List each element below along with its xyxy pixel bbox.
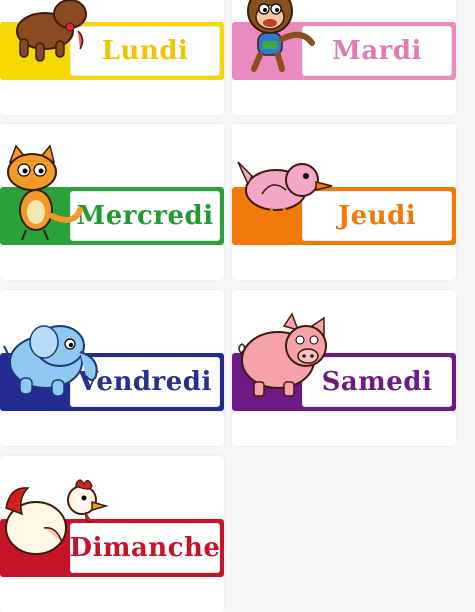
rooster-icon	[5, 479, 109, 555]
card-vendredi[interactable]: Vendredi	[0, 290, 224, 446]
card-samedi[interactable]: Samedi	[232, 290, 456, 446]
card-jeudi[interactable]: Jeudi	[232, 124, 456, 280]
day-card-grid: Lundi Mardi Mercredi Jeudi Vendredi Same…	[0, 0, 475, 612]
card-mardi[interactable]: Mardi	[232, 0, 456, 115]
elephant-icon	[3, 325, 98, 397]
card-lundi[interactable]: Lundi	[0, 0, 224, 115]
card-dimanche[interactable]: Dimanche	[0, 456, 224, 612]
bird-icon	[237, 161, 333, 223]
card-mercredi[interactable]: Mercredi	[0, 124, 224, 280]
dog-icon	[16, 0, 87, 62]
pig-icon	[238, 312, 327, 397]
monkey-icon	[247, 0, 315, 72]
cat-icon	[7, 144, 83, 241]
